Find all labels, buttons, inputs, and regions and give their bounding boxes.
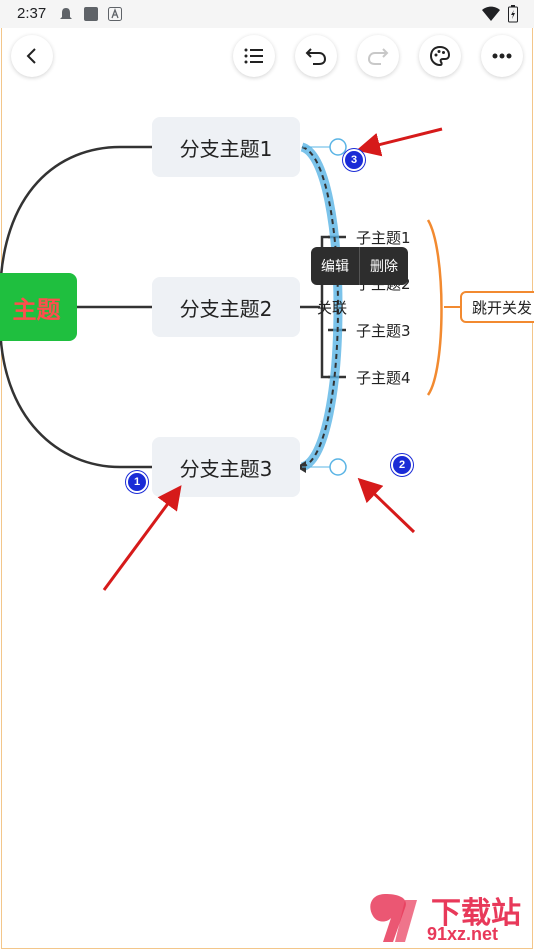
arrow-2-icon — [357, 477, 416, 534]
marker-3: 3 — [343, 149, 365, 171]
arrow-3-icon — [356, 127, 443, 157]
arrow-1-icon — [102, 485, 182, 591]
marker-2: 2 — [391, 454, 413, 476]
watermark: 下载站 91xz.net — [365, 888, 530, 948]
watermark-domain: 91xz.net — [427, 924, 499, 944]
annotation-arrows — [102, 127, 443, 591]
watermark-logo-icon — [370, 894, 417, 942]
marker-1: 1 — [126, 471, 148, 493]
